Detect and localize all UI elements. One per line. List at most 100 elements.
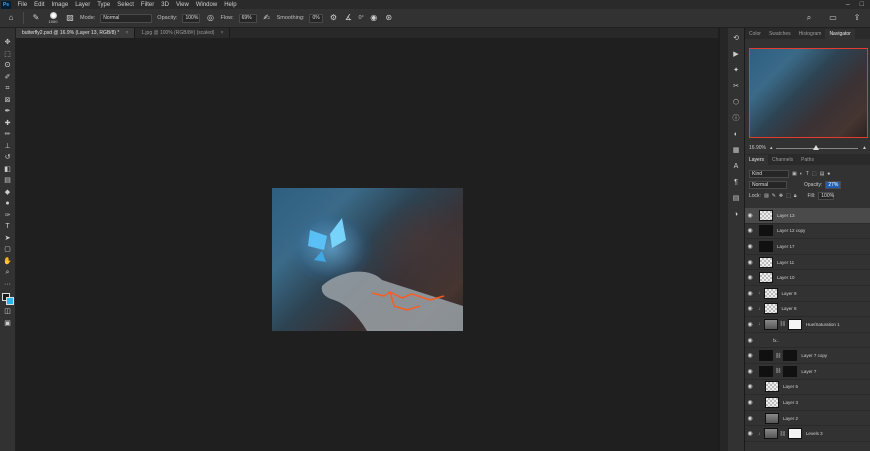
eye-icon[interactable]: ◉ bbox=[745, 274, 755, 281]
gear-icon[interactable]: ⚙ bbox=[328, 13, 338, 23]
fill-field[interactable]: 100% bbox=[818, 191, 835, 200]
photoshop-logo-icon[interactable]: Ps bbox=[1, 0, 11, 9]
angle-value[interactable]: 0° bbox=[358, 15, 363, 21]
lock-position-icon[interactable]: ✥ bbox=[779, 193, 783, 199]
zoom-slider[interactable] bbox=[776, 144, 859, 150]
search-icon[interactable]: ⌕ bbox=[804, 13, 814, 23]
filter-shape-icon[interactable]: ⬚ bbox=[812, 171, 817, 177]
eye-icon[interactable]: ◉ bbox=[745, 259, 755, 266]
share-icon[interactable]: ⇪ bbox=[852, 13, 862, 23]
close-icon[interactable]: × bbox=[220, 28, 223, 38]
canvas-area[interactable] bbox=[16, 38, 718, 451]
hand-tool-icon[interactable]: ✋ bbox=[2, 257, 14, 267]
background-color-swatch[interactable] bbox=[5, 297, 14, 305]
layer-row[interactable]: ◉ ⛓ Layer 7 bbox=[745, 364, 870, 380]
eye-icon[interactable]: ◉ bbox=[745, 368, 755, 375]
tab-layers[interactable]: Layers bbox=[745, 155, 769, 165]
layer-row[interactable]: ◉ Layer 10 bbox=[745, 270, 870, 286]
layer-row[interactable]: ◉ ↓ ⛓ Hue/Saturation 1 bbox=[745, 317, 870, 333]
workspace-icon[interactable]: ▭ bbox=[828, 13, 838, 23]
marquee-tool-icon[interactable]: ⬚ bbox=[2, 50, 14, 60]
3d-icon[interactable]: ⬡ bbox=[731, 98, 741, 108]
zoom-out-icon[interactable]: ▴ bbox=[770, 145, 773, 151]
tools-presets-icon[interactable]: ✂ bbox=[731, 82, 741, 92]
layer-row[interactable]: ◉ ↓ Layer 9 bbox=[745, 286, 870, 302]
filter-adjustment-icon[interactable]: ◐ bbox=[800, 171, 803, 177]
smoothing-field[interactable]: 0% bbox=[309, 13, 324, 23]
zoom-value[interactable]: 16.90% bbox=[749, 145, 766, 151]
layer-mask-thumbnail[interactable] bbox=[783, 365, 798, 377]
layer-row[interactable]: ◉ Layer 17 bbox=[745, 239, 870, 255]
airbrush-icon[interactable]: ✍ bbox=[262, 13, 272, 23]
layer-row[interactable]: ◉ Layer 3 bbox=[745, 395, 870, 411]
filter-toggle-icon[interactable]: ● bbox=[827, 171, 830, 177]
info-icon[interactable]: ⓘ bbox=[731, 114, 741, 124]
layer-row[interactable]: ◉ Layer 2 bbox=[745, 411, 870, 427]
pen-tool-icon[interactable]: ✑ bbox=[2, 211, 14, 221]
menu-image[interactable]: Image bbox=[48, 2, 72, 8]
layer-mask-thumbnail[interactable] bbox=[783, 350, 798, 362]
navigator-view-box[interactable] bbox=[749, 48, 868, 138]
filter-pixel-icon[interactable]: ▣ bbox=[792, 171, 797, 177]
minimize-icon[interactable]: – bbox=[846, 1, 850, 8]
home-icon[interactable]: ⌂ bbox=[6, 13, 16, 23]
layer-row[interactable]: ◉ Layer 6 bbox=[745, 380, 870, 396]
path-select-tool-icon[interactable]: ➤ bbox=[2, 234, 14, 244]
brush-settings-icon[interactable]: ▨ bbox=[65, 13, 75, 23]
history-brush-tool-icon[interactable]: ↺ bbox=[2, 153, 14, 163]
menu-type[interactable]: Type bbox=[94, 2, 114, 8]
close-icon[interactable]: × bbox=[125, 28, 128, 38]
glyphs-icon[interactable]: ◑ bbox=[731, 210, 741, 220]
layer-row[interactable]: ◉ ↓ ⛓ Levels 3 bbox=[745, 426, 870, 442]
healing-brush-tool-icon[interactable]: ✚ bbox=[2, 119, 14, 129]
eye-icon[interactable]: ◉ bbox=[745, 321, 755, 328]
eye-icon[interactable]: ◉ bbox=[745, 305, 755, 312]
type-tool-icon[interactable]: T bbox=[2, 222, 14, 232]
menu-file[interactable]: File bbox=[14, 2, 31, 8]
layer-row[interactable]: ◉ Layer 11 bbox=[745, 255, 870, 271]
actions-icon[interactable]: ▶ bbox=[731, 50, 741, 60]
character-icon[interactable]: A bbox=[731, 162, 741, 172]
frame-tool-icon[interactable]: ⊠ bbox=[2, 96, 14, 106]
eye-icon[interactable]: ◉ bbox=[745, 415, 755, 422]
brush-tool-icon[interactable]: ✏ bbox=[2, 130, 14, 140]
paragraph-icon[interactable]: ¶ bbox=[731, 178, 741, 188]
eye-icon[interactable]: ◉ bbox=[745, 337, 755, 344]
lasso-tool-icon[interactable]: ʘ bbox=[2, 61, 14, 71]
filter-type-icon[interactable]: T bbox=[806, 171, 809, 177]
mode-select[interactable]: Normal bbox=[100, 13, 153, 23]
tab-color[interactable]: Color bbox=[745, 29, 765, 39]
eye-icon[interactable]: ◉ bbox=[745, 227, 755, 234]
eye-icon[interactable]: ◉ bbox=[745, 399, 755, 406]
dodge-tool-icon[interactable]: ● bbox=[2, 199, 14, 209]
filter-smart-object-icon[interactable]: ▤ bbox=[820, 171, 825, 177]
document-tab-butterfly2[interactable]: butterfly2.psd @ 16.9% (Layer 13, RGB/8)… bbox=[16, 28, 136, 38]
brush-tool-icon[interactable]: ✎ bbox=[31, 13, 41, 23]
symmetry-icon[interactable]: ⊛ bbox=[384, 13, 394, 23]
maximize-icon[interactable]: □ bbox=[860, 1, 864, 8]
blend-mode-select[interactable]: Normal bbox=[749, 180, 787, 189]
tab-paths[interactable]: Paths bbox=[797, 155, 818, 165]
lock-pixels-icon[interactable]: ✎ bbox=[772, 193, 776, 199]
properties-icon[interactable]: ▤ bbox=[731, 194, 741, 204]
quick-mask-icon[interactable]: ◫ bbox=[2, 307, 14, 317]
clone-stamp-tool-icon[interactable]: ⊥ bbox=[2, 142, 14, 152]
quick-select-tool-icon[interactable]: ✐ bbox=[2, 73, 14, 83]
link-icon[interactable]: ⛓ bbox=[775, 368, 781, 374]
layer-row[interactable]: ◉ ⛓ Layer 7 copy bbox=[745, 348, 870, 364]
history-icon[interactable]: ⟲ bbox=[731, 34, 741, 44]
screen-mode-icon[interactable]: ▣ bbox=[2, 319, 14, 329]
navigator-thumbnail[interactable] bbox=[749, 48, 868, 138]
layer-mask-thumbnail[interactable] bbox=[787, 318, 802, 330]
zoom-slider-handle[interactable] bbox=[813, 144, 820, 150]
menu-filter[interactable]: Filter bbox=[137, 2, 157, 8]
menu-view[interactable]: View bbox=[172, 2, 192, 8]
eye-icon[interactable]: ◉ bbox=[745, 212, 755, 219]
eye-icon[interactable]: ◉ bbox=[745, 430, 755, 437]
zoom-tool-icon[interactable]: ⌕ bbox=[2, 268, 14, 278]
link-icon[interactable]: ⛓ bbox=[775, 353, 781, 359]
document-canvas-image[interactable] bbox=[272, 188, 463, 331]
menu-help[interactable]: Help bbox=[221, 2, 240, 8]
tab-histogram[interactable]: Histogram bbox=[795, 29, 826, 39]
lock-all-icon[interactable]: 🔒︎ bbox=[794, 193, 797, 199]
